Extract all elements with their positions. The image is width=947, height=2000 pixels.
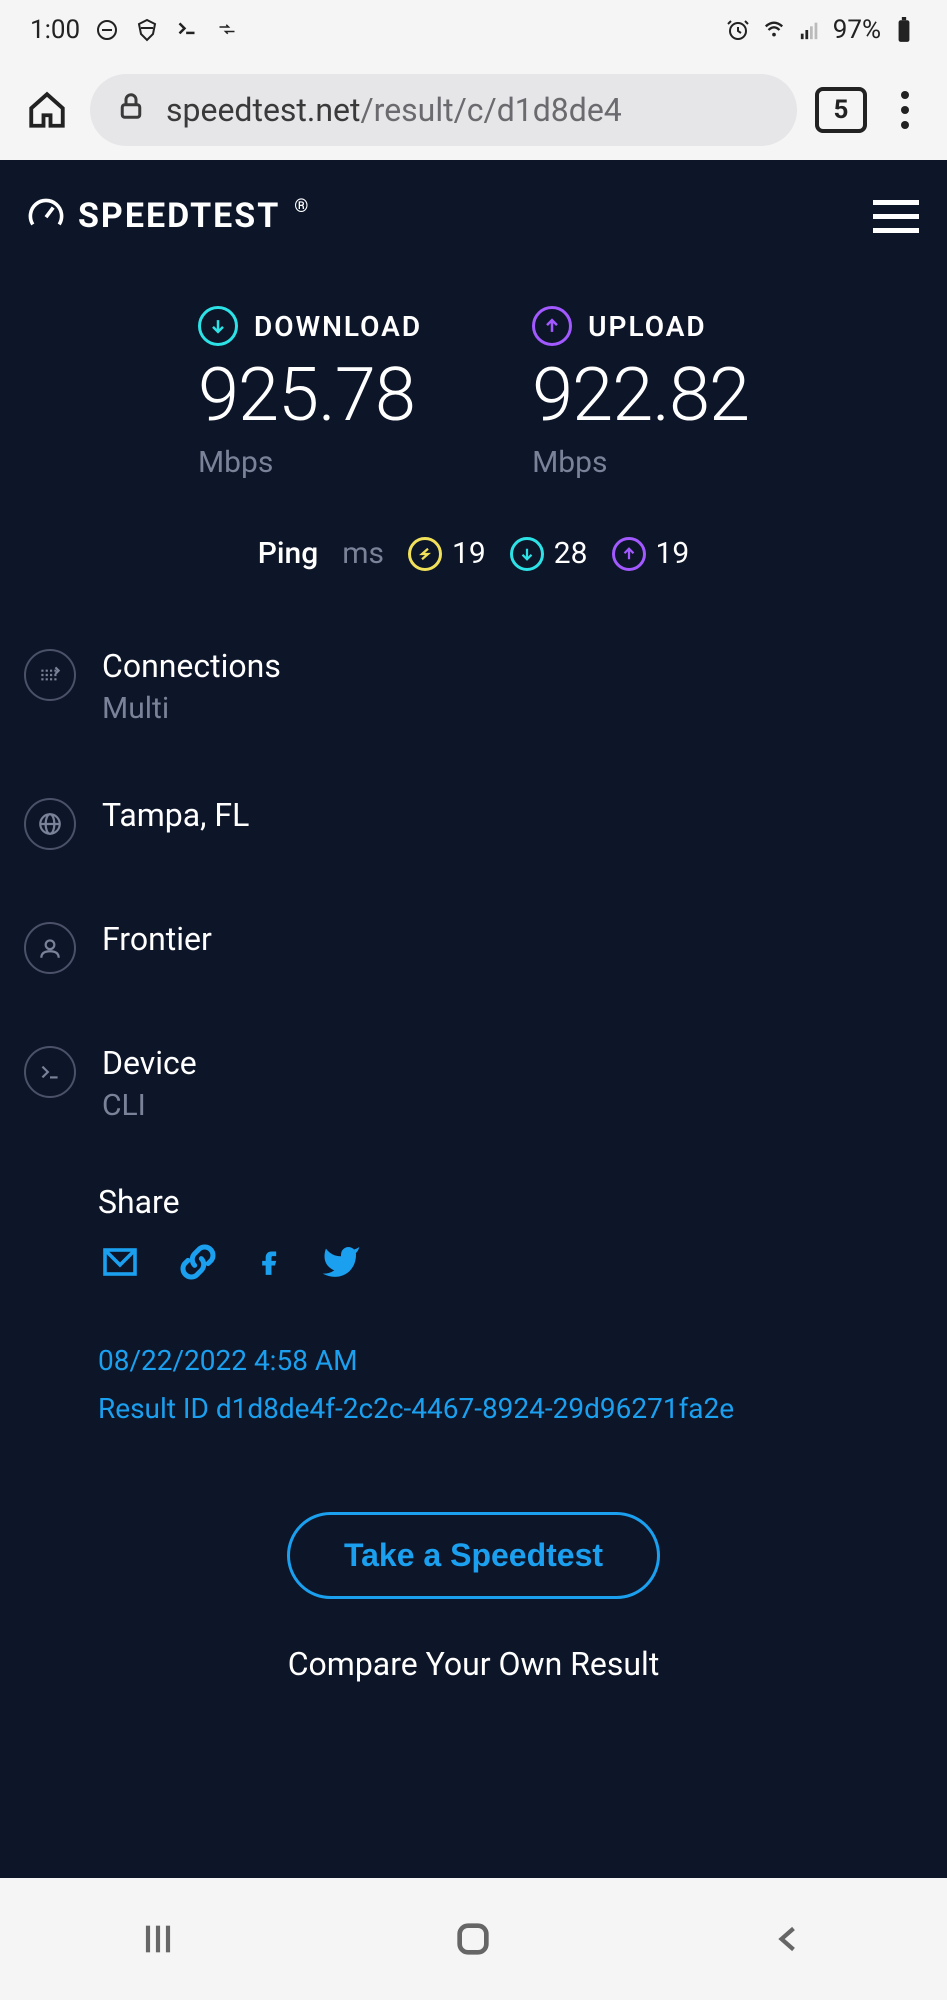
ping-unit: ms [342, 536, 384, 571]
ping-upload: 19 [612, 536, 690, 571]
nav-recent-button[interactable] [128, 1909, 188, 1969]
result-meta: 08/22/2022 4:58 AM Result ID d1d8de4f-2c… [0, 1297, 947, 1442]
ping-label: Ping [258, 536, 319, 571]
take-speedtest-button[interactable]: Take a Speedtest [287, 1512, 660, 1599]
browser-chrome: speedtest.net/result/c/d1d8de4 5 [0, 60, 947, 160]
status-time: 1:00 [30, 15, 80, 45]
share-email-button[interactable] [98, 1244, 142, 1284]
speedtest-logo[interactable]: SPEEDTEST® [28, 196, 310, 236]
download-result: DOWNLOAD 925.78 Mbps [198, 306, 422, 480]
share-link-button[interactable] [178, 1242, 218, 1286]
user-icon [24, 922, 76, 974]
download-arrow-icon [198, 306, 238, 346]
ping-download-icon [510, 537, 544, 571]
isp-row[interactable]: Frontier [24, 900, 923, 1024]
battery-icon [891, 17, 917, 43]
shield-icon [134, 17, 160, 43]
ping-idle: 19 [408, 536, 486, 571]
brand-text: SPEEDTEST [78, 196, 280, 236]
share-twitter-button[interactable] [318, 1242, 364, 1286]
connections-value: Multi [102, 691, 281, 726]
tab-switcher-button[interactable]: 5 [815, 87, 867, 133]
isp-value: Frontier [102, 920, 212, 958]
location-value: Tampa, FL [102, 796, 249, 834]
connections-icon [24, 649, 76, 701]
dnd-icon [94, 17, 120, 43]
wifi-icon [761, 17, 787, 43]
globe-icon [24, 798, 76, 850]
lock-icon [116, 90, 146, 130]
battery-pct: 97% [833, 15, 881, 45]
download-label: DOWNLOAD [254, 310, 422, 343]
result-timestamp: 08/22/2022 4:58 AM [98, 1337, 923, 1385]
alarm-icon [725, 17, 751, 43]
download-value: 925.78 [198, 352, 415, 439]
share-facebook-button[interactable] [254, 1241, 282, 1287]
upload-value: 922.82 [532, 352, 749, 439]
upload-arrow-icon [532, 306, 572, 346]
upload-label: UPLOAD [588, 310, 707, 343]
device-value: CLI [102, 1088, 197, 1123]
ping-upload-icon [612, 537, 646, 571]
page-content: SPEEDTEST® DOWNLOAD 925.78 Mbps UPLOAD [0, 160, 947, 1878]
url-text: speedtest.net/result/c/d1d8de4 [166, 91, 622, 129]
device-label: Device [102, 1044, 197, 1082]
connections-label: Connections [102, 647, 281, 685]
connections-row[interactable]: Connections Multi [24, 627, 923, 776]
browser-menu-button[interactable] [885, 91, 925, 129]
device-row[interactable]: Device CLI [24, 1024, 923, 1173]
terminal-notif-icon [174, 17, 200, 43]
share-section: Share [0, 1183, 947, 1297]
ping-idle-icon [408, 537, 442, 571]
signal-icon [797, 17, 823, 43]
ping-row: Ping ms 19 28 19 [0, 490, 947, 601]
android-status-bar: 1:00 97% [0, 0, 947, 60]
result-id: Result ID d1d8de4f-2c2c-4467-8924-29d962… [98, 1385, 923, 1433]
download-unit: Mbps [198, 445, 273, 480]
nav-home-button[interactable] [443, 1909, 503, 1969]
url-bar[interactable]: speedtest.net/result/c/d1d8de4 [90, 74, 797, 146]
ping-download: 28 [510, 536, 588, 571]
upload-unit: Mbps [532, 445, 607, 480]
compare-link[interactable]: Compare Your Own Result [0, 1629, 947, 1743]
share-label: Share [98, 1183, 923, 1221]
upload-result: UPLOAD 922.82 Mbps [532, 306, 749, 480]
swap-icon [214, 17, 240, 43]
android-nav-bar [0, 1878, 947, 2000]
location-row[interactable]: Tampa, FL [24, 776, 923, 900]
menu-button[interactable] [873, 200, 919, 233]
browser-home-button[interactable] [22, 85, 72, 135]
terminal-icon [24, 1046, 76, 1098]
nav-back-button[interactable] [759, 1909, 819, 1969]
